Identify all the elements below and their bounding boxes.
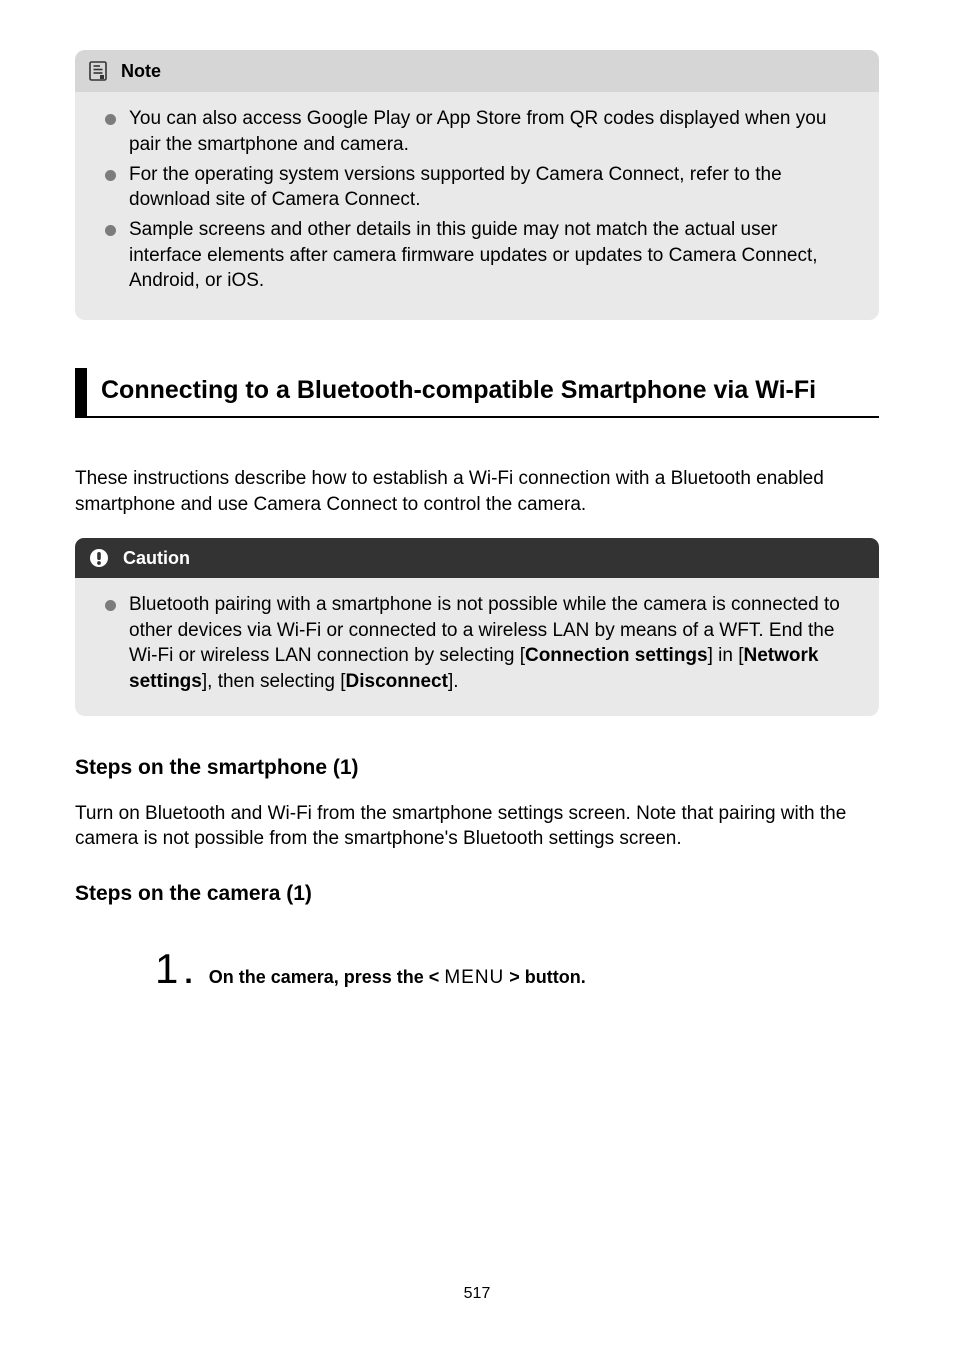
section-heading: Connecting to a Bluetooth-compatible Sma… (75, 368, 879, 419)
caution-text: ]. (448, 671, 459, 692)
step-text: On the camera, press the < MENU > button… (209, 965, 586, 995)
note-icon (89, 61, 107, 81)
caution-icon (89, 548, 109, 568)
caution-text: ] in [ (708, 645, 744, 666)
step-post: > button. (504, 967, 585, 987)
menu-glyph: MENU (444, 967, 504, 988)
steps-camera-heading: Steps on the camera (1) (75, 880, 879, 908)
caution-text: ], then selecting [ (202, 671, 346, 692)
note-callout: Note You can also access Google Play or … (75, 50, 879, 320)
note-title: Note (121, 59, 161, 83)
caution-bold: Connection settings (525, 645, 708, 666)
caution-item: Bluetooth pairing with a smartphone is n… (103, 592, 851, 695)
note-header: Note (75, 50, 879, 92)
note-item: For the operating system versions suppor… (103, 162, 851, 213)
caution-title: Caution (123, 546, 190, 570)
step-pre: On the camera, press the < (209, 967, 445, 987)
steps-phone-text: Turn on Bluetooth and Wi-Fi from the sma… (75, 801, 879, 852)
section-intro: These instructions describe how to estab… (75, 466, 879, 517)
step-number: 1 (155, 948, 178, 990)
note-item: Sample screens and other details in this… (103, 217, 851, 294)
note-item: You can also access Google Play or App S… (103, 106, 851, 157)
caution-body: Bluetooth pairing with a smartphone is n… (75, 578, 879, 695)
caution-callout: Caution Bluetooth pairing with a smartph… (75, 538, 879, 717)
caution-bold: Disconnect (346, 671, 448, 692)
section: Connecting to a Bluetooth-compatible Sma… (75, 368, 879, 419)
page-number: 517 (0, 1283, 954, 1305)
caution-header: Caution (75, 538, 879, 578)
step-dot: . (184, 959, 192, 989)
note-body: You can also access Google Play or App S… (75, 92, 879, 293)
step-1: 1. On the camera, press the < MENU > but… (155, 948, 879, 995)
steps-phone-heading: Steps on the smartphone (1) (75, 754, 879, 782)
